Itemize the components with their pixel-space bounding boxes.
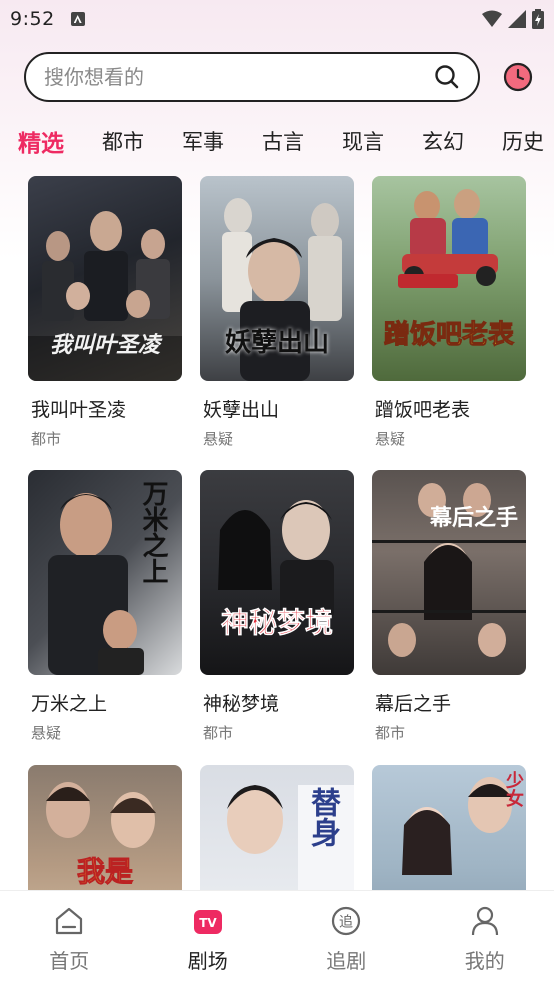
- drama-poster[interactable]: 神秘梦境: [200, 470, 354, 675]
- drama-title: 神秘梦境: [203, 693, 280, 715]
- tab-history[interactable]: 历史: [502, 126, 544, 156]
- home-icon: [53, 905, 85, 937]
- search-box[interactable]: [24, 52, 480, 102]
- drama-card[interactable]: 万米之上 万米之上 悬疑: [28, 470, 182, 743]
- drama-card[interactable]: 我叫叶圣凌 我叫叶圣凌 都市: [28, 176, 182, 449]
- drama-poster[interactable]: 幕后之手: [372, 470, 526, 675]
- search-input[interactable]: [44, 65, 434, 89]
- tab-military[interactable]: 军事: [182, 126, 224, 156]
- battery-icon: [532, 9, 544, 29]
- clock-icon: [503, 62, 533, 92]
- drama-genre: 悬疑: [203, 430, 234, 448]
- drama-title: 妖孽出山: [203, 399, 280, 421]
- poster-title: 妖孽出山: [224, 328, 329, 358]
- poster-title: 蹭饭吧老表: [383, 320, 514, 351]
- status-bar: 9:52: [0, 0, 554, 38]
- history-button[interactable]: [502, 61, 534, 93]
- drama-genre: 都市: [203, 724, 234, 742]
- tab-ancient-romance[interactable]: 古言: [262, 126, 304, 156]
- tab-featured[interactable]: 精选: [18, 124, 64, 158]
- drama-card[interactable]: 神秘梦境 神秘梦境 都市: [200, 470, 354, 743]
- nav-theater[interactable]: TV 剧场: [139, 891, 278, 985]
- search-icon[interactable]: [434, 64, 460, 90]
- poster-title: 少女: [503, 771, 524, 807]
- nav-profile[interactable]: 我的: [416, 891, 554, 985]
- drama-genre: 都市: [375, 724, 406, 742]
- notification-icon: [70, 12, 85, 26]
- search-row: [24, 52, 534, 102]
- svg-text:追: 追: [339, 915, 353, 931]
- drama-genre: 悬疑: [375, 430, 406, 448]
- poster-title: 我是: [76, 855, 133, 889]
- poster-title: 神秘梦境: [220, 606, 334, 640]
- drama-poster[interactable]: 妖孽出山: [200, 176, 354, 381]
- drama-genre: 都市: [31, 430, 62, 448]
- drama-title: 幕后之手: [375, 693, 452, 715]
- poster-title: 万米之上: [138, 480, 168, 584]
- status-time: 9:52: [10, 8, 55, 30]
- tab-urban[interactable]: 都市: [102, 126, 144, 156]
- wifi-icon: [482, 10, 502, 27]
- follow-icon: 追: [330, 905, 362, 937]
- drama-title: 我叫叶圣凌: [31, 399, 127, 421]
- nav-label: 剧场: [187, 949, 228, 973]
- svg-text:TV: TV: [199, 916, 217, 930]
- drama-card[interactable]: 幕后之手 幕后之手 都市: [372, 470, 526, 743]
- profile-icon: [469, 905, 501, 937]
- tab-fantasy[interactable]: 玄幻: [422, 126, 464, 156]
- category-tabs: 精选 都市 军事 古言 现言 玄幻 历史: [18, 118, 554, 164]
- poster-title: 我叫叶圣凌: [49, 332, 160, 358]
- nav-home[interactable]: 首页: [0, 891, 139, 985]
- nav-label: 首页: [49, 949, 90, 973]
- drama-title: 蹭饭吧老表: [375, 399, 471, 421]
- nav-follow[interactable]: 追 追剧: [277, 891, 416, 985]
- tab-modern-romance[interactable]: 现言: [342, 126, 384, 156]
- bottom-nav: 首页 TV 剧场 追 追剧 我的: [0, 890, 554, 985]
- drama-card[interactable]: 妖孽出山 妖孽出山 悬疑: [200, 176, 354, 449]
- tv-icon: TV: [192, 905, 224, 937]
- drama-poster[interactable]: 万米之上: [28, 470, 182, 675]
- status-indicators: [482, 9, 544, 29]
- nav-label: 追剧: [326, 949, 367, 973]
- drama-poster[interactable]: 我叫叶圣凌: [28, 176, 182, 381]
- drama-card[interactable]: 蹭饭吧老表 蹭饭吧老表 悬疑: [372, 176, 526, 449]
- signal-icon: [508, 10, 526, 28]
- drama-title: 万米之上: [31, 693, 108, 715]
- poster-title: 替身: [305, 787, 340, 847]
- drama-genre: 悬疑: [31, 724, 62, 742]
- poster-title: 幕后之手: [429, 505, 518, 531]
- nav-label: 我的: [464, 949, 505, 973]
- drama-poster[interactable]: 蹭饭吧老表: [372, 176, 526, 381]
